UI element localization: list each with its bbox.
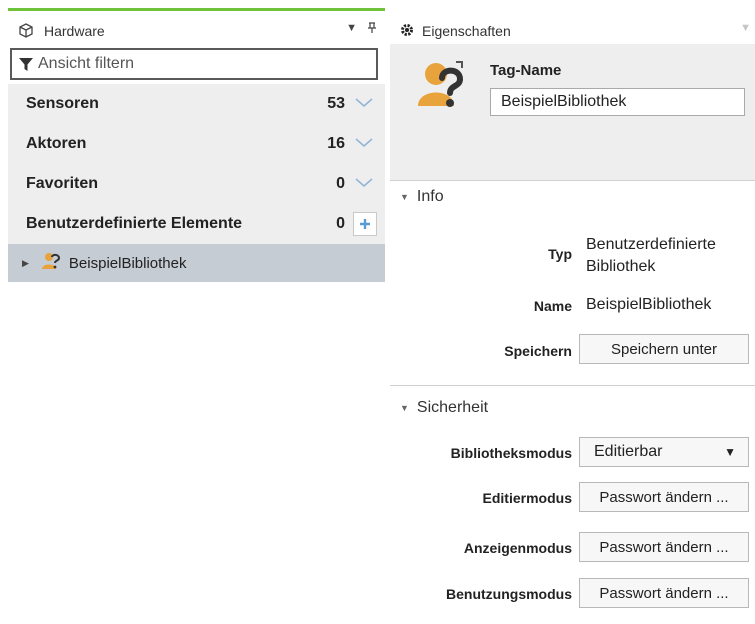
- name-label: Name: [533, 298, 572, 314]
- group-favoriten[interactable]: Favoriten 0: [8, 164, 385, 204]
- properties-panel-title: Eigenschaften: [422, 23, 511, 39]
- filter-placeholder-text: Ansicht filtern: [38, 55, 135, 72]
- group-count: 0: [336, 175, 345, 192]
- group-count: 0: [336, 215, 345, 232]
- view-mode-change-password-button[interactable]: Passwort ändern ...: [579, 532, 749, 562]
- anzeigenmodus-label: Anzeigenmodus: [463, 540, 572, 556]
- benutzungsmodus-label: Benutzungsmodus: [446, 586, 572, 602]
- group-count: 53: [327, 95, 345, 112]
- properties-panel: Eigenschaften ▼ Tag-Name BeispielBibliot…: [390, 0, 755, 624]
- collapse-triangle-icon[interactable]: ▼: [400, 403, 409, 413]
- tag-name-label: Tag-Name: [490, 62, 562, 79]
- security-section-header[interactable]: ▼ Sicherheit: [400, 399, 488, 417]
- group-label: Favoriten: [26, 175, 99, 192]
- chevron-down-icon[interactable]: [355, 96, 373, 110]
- tag-name-input[interactable]: BeispielBibliothek: [490, 88, 745, 116]
- save-as-button[interactable]: Speichern unter: [579, 334, 749, 364]
- hardware-panel-header: Hardware: [18, 18, 105, 44]
- group-sensoren[interactable]: Sensoren 53: [8, 84, 385, 124]
- tag-name-area: Tag-Name BeispielBibliothek: [390, 44, 755, 180]
- editiermodus-label: Editiermodus: [482, 490, 572, 506]
- group-count: 16: [327, 135, 345, 152]
- tag-name-value: BeispielBibliothek: [501, 93, 627, 110]
- panel-menu-dropdown-icon[interactable]: ▼: [346, 22, 357, 37]
- dropdown-arrow-icon: ▼: [724, 445, 736, 459]
- library-item-label: BeispielBibliothek: [68, 254, 187, 272]
- typ-value: Benutzerdefinierte Bibliothek: [586, 236, 716, 275]
- user-library-icon: [41, 252, 61, 274]
- hardware-cube-icon: [18, 23, 34, 39]
- security-section-title: Sicherheit: [416, 399, 489, 416]
- filter-view-input[interactable]: Ansicht filtern: [10, 48, 378, 80]
- gear-icon: [400, 23, 414, 40]
- panel-menu-dropdown-icon[interactable]: ▼: [740, 22, 751, 34]
- expand-triangle-icon[interactable]: ▶: [22, 258, 29, 269]
- info-section-title: Info: [416, 188, 444, 205]
- chevron-down-icon[interactable]: [355, 176, 373, 190]
- group-benutzerdefinierte-elemente[interactable]: Benutzerdefinierte Elemente 0: [8, 204, 385, 244]
- plus-icon: [360, 219, 370, 229]
- info-section-header[interactable]: ▼ Info: [400, 188, 444, 206]
- add-custom-element-button[interactable]: [353, 212, 377, 236]
- filter-funnel-icon: [19, 58, 33, 71]
- library-mode-value: Editierbar: [594, 443, 663, 460]
- hardware-panel-title: Hardware: [44, 23, 105, 39]
- group-aktoren[interactable]: Aktoren 16: [8, 124, 385, 164]
- group-label: Sensoren: [26, 95, 99, 112]
- chevron-down-icon[interactable]: [355, 136, 373, 150]
- group-label: Benutzerdefinierte Elemente: [26, 215, 243, 232]
- active-panel-indicator: [8, 8, 385, 11]
- divider: [390, 385, 755, 386]
- properties-panel-header: Eigenschaften: [390, 18, 511, 44]
- bibliotheksmodus-label: Bibliotheksmodus: [450, 445, 572, 461]
- divider: [390, 180, 755, 181]
- collapse-triangle-icon[interactable]: ▼: [400, 192, 409, 202]
- group-label: Aktoren: [26, 135, 87, 152]
- typ-label: Typ: [548, 246, 572, 262]
- usage-mode-change-password-button[interactable]: Passwort ändern ...: [579, 578, 749, 608]
- hardware-panel: Hardware ▼ Ansicht filtern Sensoren 53 A…: [0, 0, 385, 624]
- edit-mode-change-password-button[interactable]: Passwort ändern ...: [579, 482, 749, 512]
- name-value: BeispielBibliothek: [586, 296, 712, 313]
- library-tree-item[interactable]: ▶ BeispielBibliothek: [8, 244, 385, 282]
- hardware-panel-controls: ▼: [346, 22, 377, 37]
- hardware-group-list: Sensoren 53 Aktoren 16 Favoriten 0 Benut…: [8, 84, 385, 282]
- speichern-label: Speichern: [504, 343, 572, 359]
- pin-icon[interactable]: [367, 22, 377, 37]
- user-question-icon: [416, 58, 472, 119]
- library-mode-select[interactable]: Editierbar ▼: [579, 437, 749, 467]
